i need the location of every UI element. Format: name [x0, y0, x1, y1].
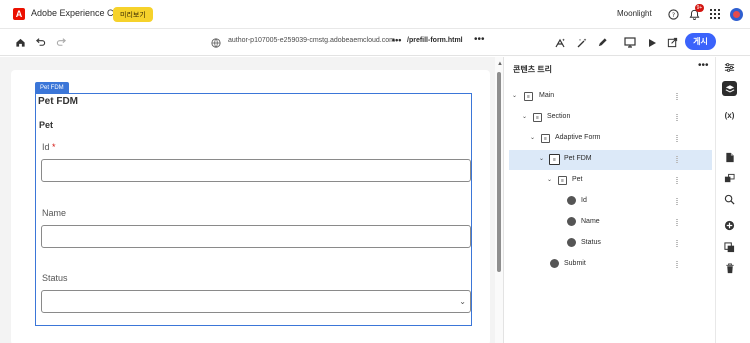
app-root: A Adobe Experience Cloud 미리보기 Moonlight … — [0, 0, 750, 343]
form-title: Pet FDM — [38, 96, 78, 107]
open-external-icon[interactable] — [665, 35, 680, 50]
redo-icon[interactable] — [54, 35, 69, 50]
container-icon: ≡ — [524, 92, 533, 101]
document-icon[interactable] — [722, 150, 737, 165]
tree-node-section[interactable]: ⌄ ≡ Section — [509, 108, 712, 128]
id-field[interactable] — [41, 159, 471, 182]
button-component-icon — [550, 259, 559, 268]
site-url[interactable]: author-p107005-e259039-cmstg.adobeaemclo… — [228, 37, 395, 44]
field-component-icon — [567, 238, 576, 247]
drag-handle-icon[interactable] — [676, 261, 678, 268]
duplicate-icon[interactable] — [722, 240, 737, 255]
chevron-down-icon[interactable]: ⌄ — [512, 92, 517, 99]
drag-handle-icon[interactable] — [676, 135, 678, 142]
add-icon[interactable] — [722, 218, 737, 233]
chevron-down-icon[interactable]: ⌄ — [522, 113, 527, 120]
field-component-icon — [567, 217, 576, 226]
content-tree-more-button[interactable]: ••• — [698, 60, 709, 71]
chevron-down-icon[interactable]: ⌄ — [539, 155, 544, 162]
magic-wand-icon[interactable] — [574, 35, 589, 50]
field-component-icon — [567, 196, 576, 205]
canvas-scrollbar-thumb[interactable] — [497, 72, 501, 272]
drag-handle-icon[interactable] — [676, 156, 678, 163]
tree-node-status[interactable]: Status — [509, 234, 712, 254]
tree-node-adaptive-form[interactable]: ⌄ ≡ Adaptive Form — [509, 129, 712, 149]
adobe-logo-icon[interactable]: A — [13, 8, 25, 20]
tree-node-label: Name — [581, 218, 600, 225]
tree-node-label: Id — [581, 197, 587, 204]
search-icon[interactable] — [722, 192, 737, 207]
drag-handle-icon[interactable] — [676, 240, 678, 247]
selected-component-tag[interactable]: Pet FDM — [35, 82, 69, 93]
tree-node-submit[interactable]: Submit — [509, 255, 712, 275]
globe-icon — [208, 35, 223, 50]
tree-node-label: Main — [539, 92, 555, 99]
chevron-down-icon: ⌄ — [459, 297, 466, 306]
desktop-preview-icon[interactable] — [622, 35, 637, 50]
properties-icon[interactable] — [722, 60, 737, 75]
delete-icon[interactable] — [722, 261, 737, 276]
preview-badge[interactable]: 미리보기 — [113, 7, 153, 22]
container-icon: ≡ — [558, 176, 567, 185]
tree-node-label: Pet FDM — [564, 155, 592, 162]
org-switcher[interactable]: Moonlight — [617, 9, 652, 18]
tree-node-main[interactable]: ⌄ ≡ Main — [509, 87, 712, 107]
path-separator[interactable]: ••• — [392, 35, 401, 45]
drag-handle-icon[interactable] — [676, 93, 678, 100]
ai-assist-icon[interactable] — [552, 35, 567, 50]
replace-icon[interactable] — [722, 171, 737, 186]
drag-handle-icon[interactable] — [676, 198, 678, 205]
svg-text:?: ? — [671, 10, 674, 18]
drag-handle-icon[interactable] — [676, 177, 678, 184]
chevron-down-icon[interactable]: ⌄ — [530, 134, 535, 141]
tree-node-pet[interactable]: ⌄ ≡ Pet — [509, 171, 712, 191]
drag-handle-icon[interactable] — [676, 114, 678, 121]
page-path[interactable]: /prefill-form.html — [407, 37, 463, 44]
tree-node-label: Status — [581, 239, 601, 246]
name-field[interactable] — [41, 225, 471, 248]
container-icon: ≡ — [533, 113, 542, 122]
tree-node-id[interactable]: Id — [509, 192, 712, 212]
user-avatar[interactable] — [730, 8, 743, 21]
variables-icon[interactable]: (x) — [722, 108, 737, 123]
tree-node-label: Section — [547, 113, 571, 120]
edit-pencil-icon[interactable] — [595, 35, 610, 50]
content-tree-title: 콘텐츠 트리 — [513, 65, 553, 74]
layers-icon[interactable] — [722, 81, 737, 96]
undo-icon[interactable] — [33, 35, 48, 50]
chevron-down-icon[interactable]: ⌄ — [547, 176, 552, 183]
tree-node-label: Submit — [564, 260, 586, 267]
tree-node-label: Adaptive Form — [555, 134, 601, 141]
status-field-label: Status — [42, 273, 68, 283]
name-field-label: Name — [42, 208, 67, 218]
page-more-button[interactable]: ••• — [474, 34, 485, 45]
tree-node-label: Pet — [572, 176, 583, 183]
container-icon: ≡ — [549, 154, 560, 165]
tree-node-name[interactable]: Name — [509, 213, 712, 233]
apps-grid-icon[interactable] — [707, 6, 723, 22]
id-field-label: Id * — [42, 142, 56, 152]
publish-button[interactable]: 게시 — [685, 33, 716, 50]
editor-toolbar: author-p107005-e259039-cmstg.adobeaemclo… — [0, 29, 750, 56]
panel-title: Pet — [39, 120, 54, 130]
drag-handle-icon[interactable] — [676, 219, 678, 226]
notification-count-badge: 9+ — [695, 4, 704, 12]
status-dropdown[interactable]: ⌄ — [41, 290, 471, 313]
notifications-icon[interactable]: 9+ — [686, 4, 704, 22]
help-icon[interactable]: ? — [665, 6, 681, 22]
play-icon[interactable] — [644, 35, 659, 50]
home-icon[interactable] — [13, 35, 28, 50]
global-header: A Adobe Experience Cloud 미리보기 Moonlight … — [0, 0, 750, 29]
tree-node-pet-fdm[interactable]: ⌄ ≡ Pet FDM — [509, 150, 712, 170]
required-marker: * — [52, 142, 56, 152]
container-icon: ≡ — [541, 134, 550, 143]
